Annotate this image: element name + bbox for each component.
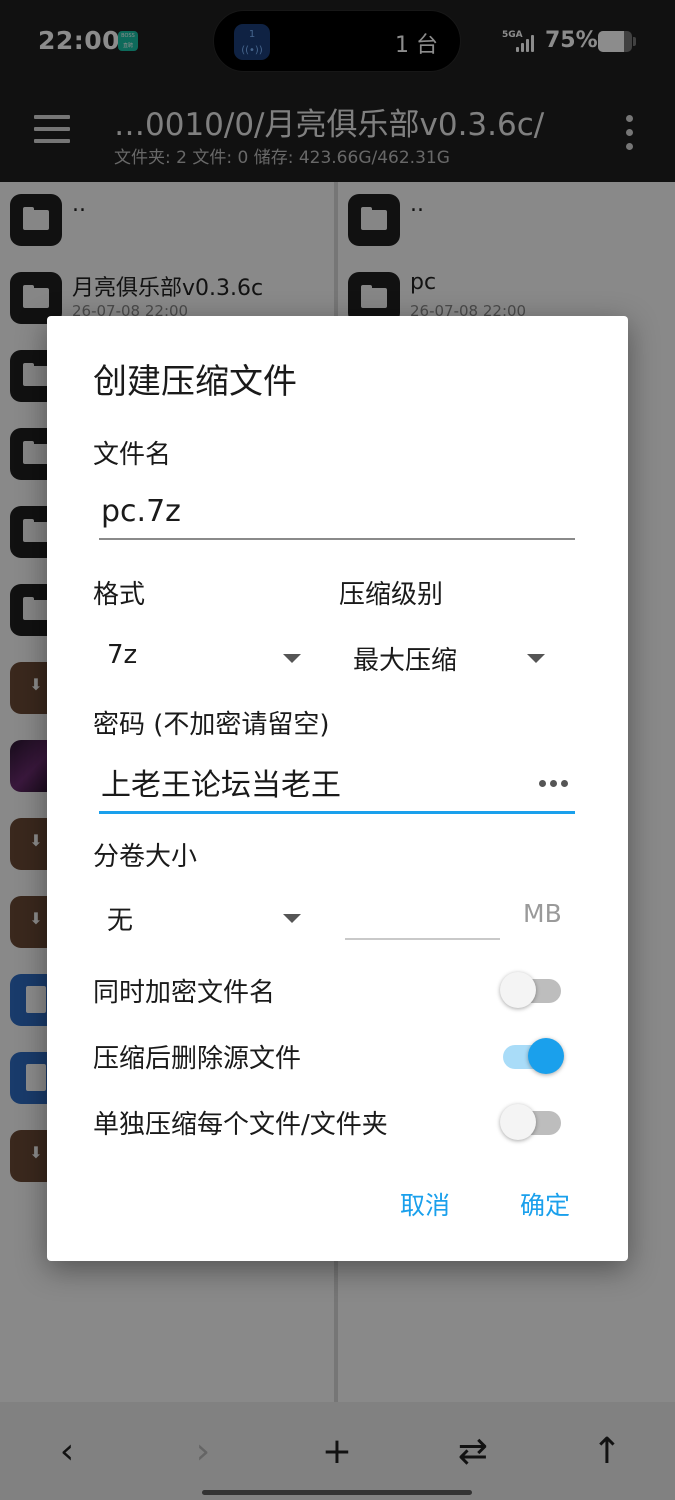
chevron-down-icon: [283, 914, 301, 923]
toggle-label-delete-source: 压缩后删除源文件: [93, 1044, 302, 1074]
password-input[interactable]: 上老王论坛当老王: [99, 760, 575, 814]
confirm-button[interactable]: 确定: [520, 1186, 570, 1222]
format-label: 格式: [93, 580, 146, 610]
toggle-label-separate-archives: 单独压缩每个文件/文件夹: [93, 1110, 388, 1140]
dialog-title: 创建压缩文件: [93, 362, 297, 402]
encrypt-names-switch[interactable]: [500, 968, 564, 1008]
home-indicator[interactable]: [202, 1490, 472, 1495]
format-select[interactable]: 7z: [107, 640, 307, 686]
compression-level-select[interactable]: 最大压缩: [353, 640, 553, 686]
split-size-select[interactable]: 无: [107, 900, 307, 946]
split-size-label: 分卷大小: [93, 842, 198, 872]
show-password-icon[interactable]: [539, 780, 571, 788]
create-archive-dialog: 创建压缩文件 文件名 pc.7z 格式 压缩级别 7z 最大压缩 密码 (不加密…: [47, 316, 628, 1261]
filename-label: 文件名: [93, 440, 172, 470]
format-value: 7z: [107, 640, 138, 670]
separate-archives-switch[interactable]: [500, 1100, 564, 1140]
chevron-down-icon: [283, 654, 301, 663]
split-size-mb-input[interactable]: [345, 894, 500, 940]
compression-level-value: 最大压缩: [353, 646, 458, 676]
toggle-label-encrypt-names: 同时加密文件名: [93, 978, 276, 1008]
password-value: 上老王论坛当老王: [101, 768, 341, 803]
chevron-down-icon: [527, 654, 545, 663]
delete-source-switch[interactable]: [500, 1034, 564, 1074]
password-label: 密码 (不加密请留空): [93, 710, 330, 740]
split-size-unit: MB: [523, 899, 562, 928]
compression-level-label: 压缩级别: [339, 580, 444, 610]
filename-input[interactable]: pc.7z: [99, 494, 575, 540]
cancel-button[interactable]: 取消: [400, 1186, 450, 1222]
split-size-value: 无: [107, 906, 134, 936]
